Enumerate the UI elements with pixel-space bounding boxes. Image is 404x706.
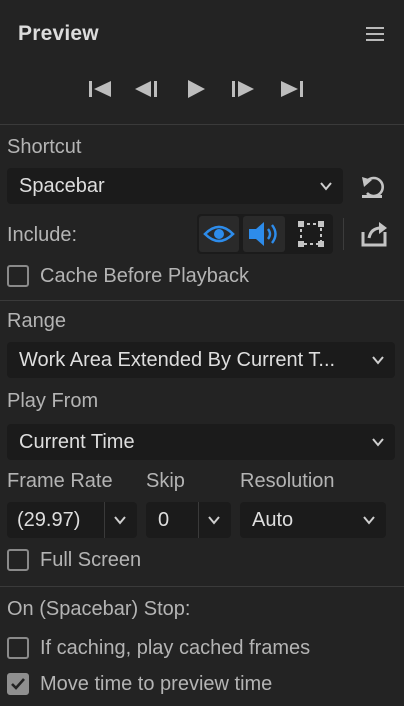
last-frame-icon [281, 81, 303, 97]
divider [0, 586, 404, 587]
frame-rate-value: (29.97) [17, 508, 81, 531]
shortcut-dropdown[interactable]: Spacebar [7, 168, 343, 204]
range-dropdown[interactable]: Work Area Extended By Current T... [7, 342, 395, 378]
move-time-label: Move time to preview time [40, 673, 273, 695]
resolution-label: Resolution [240, 470, 335, 492]
previous-frame-icon [135, 81, 157, 97]
cache-before-playback-checkbox[interactable] [7, 265, 29, 287]
play-from-label: Play From [7, 390, 99, 412]
shortcut-value: Spacebar [19, 174, 105, 197]
panel-title: Preview [18, 22, 99, 45]
on-stop-label: On (Spacebar) Stop: [7, 598, 191, 620]
first-frame-button[interactable] [86, 76, 114, 102]
divider [343, 218, 344, 250]
range-label: Range [7, 310, 66, 332]
resolution-dropdown[interactable]: Auto [240, 502, 386, 538]
include-audio-toggle[interactable] [243, 216, 285, 252]
play-from-value: Current Time [19, 430, 135, 453]
hamburger-menu-icon[interactable] [366, 27, 384, 43]
next-frame-icon [232, 81, 254, 97]
previous-frame-button[interactable] [132, 76, 160, 102]
play-button[interactable] [182, 76, 210, 102]
next-frame-button[interactable] [229, 76, 257, 102]
chevron-down-icon [372, 438, 384, 447]
chevron-down-icon [363, 516, 375, 525]
range-value: Work Area Extended By Current T... [19, 348, 336, 371]
reset-icon [362, 176, 384, 198]
reset-shortcut-button[interactable] [356, 170, 392, 202]
include-overlays-toggle[interactable] [291, 216, 331, 252]
last-frame-button[interactable] [278, 76, 306, 102]
export-button[interactable] [354, 216, 394, 252]
full-screen-label: Full Screen [40, 549, 142, 571]
divider [0, 300, 404, 301]
export-icon [361, 222, 387, 247]
checkmark-icon [11, 678, 25, 690]
include-label: Include: [7, 224, 78, 246]
shortcut-label: Shortcut [7, 136, 82, 158]
cache-before-playback-label: Cache Before Playback [40, 265, 250, 287]
skip-label: Skip [146, 470, 185, 492]
chevron-down-icon [208, 516, 220, 525]
play-from-dropdown[interactable]: Current Time [7, 424, 395, 460]
divider [198, 502, 199, 538]
chevron-down-icon [114, 516, 126, 525]
divider [104, 502, 105, 538]
skip-value: 0 [158, 508, 170, 531]
chevron-down-icon [320, 182, 332, 191]
frame-rate-label: Frame Rate [7, 470, 113, 492]
if-caching-checkbox[interactable] [7, 637, 29, 659]
eye-icon [203, 225, 235, 243]
first-frame-icon [89, 81, 111, 97]
chevron-down-icon [372, 356, 384, 365]
include-video-toggle[interactable] [199, 216, 239, 252]
move-time-checkbox[interactable] [7, 673, 29, 695]
resolution-value: Auto [252, 508, 294, 531]
speaker-icon [249, 222, 277, 246]
if-caching-label: If caching, play cached frames [40, 637, 311, 659]
divider [0, 124, 404, 125]
frame-rate-dropdown[interactable]: (29.97) [7, 502, 137, 538]
full-screen-checkbox[interactable] [7, 549, 29, 571]
skip-dropdown[interactable]: 0 [146, 502, 231, 538]
play-icon [188, 80, 205, 98]
overlays-icon [298, 221, 324, 247]
